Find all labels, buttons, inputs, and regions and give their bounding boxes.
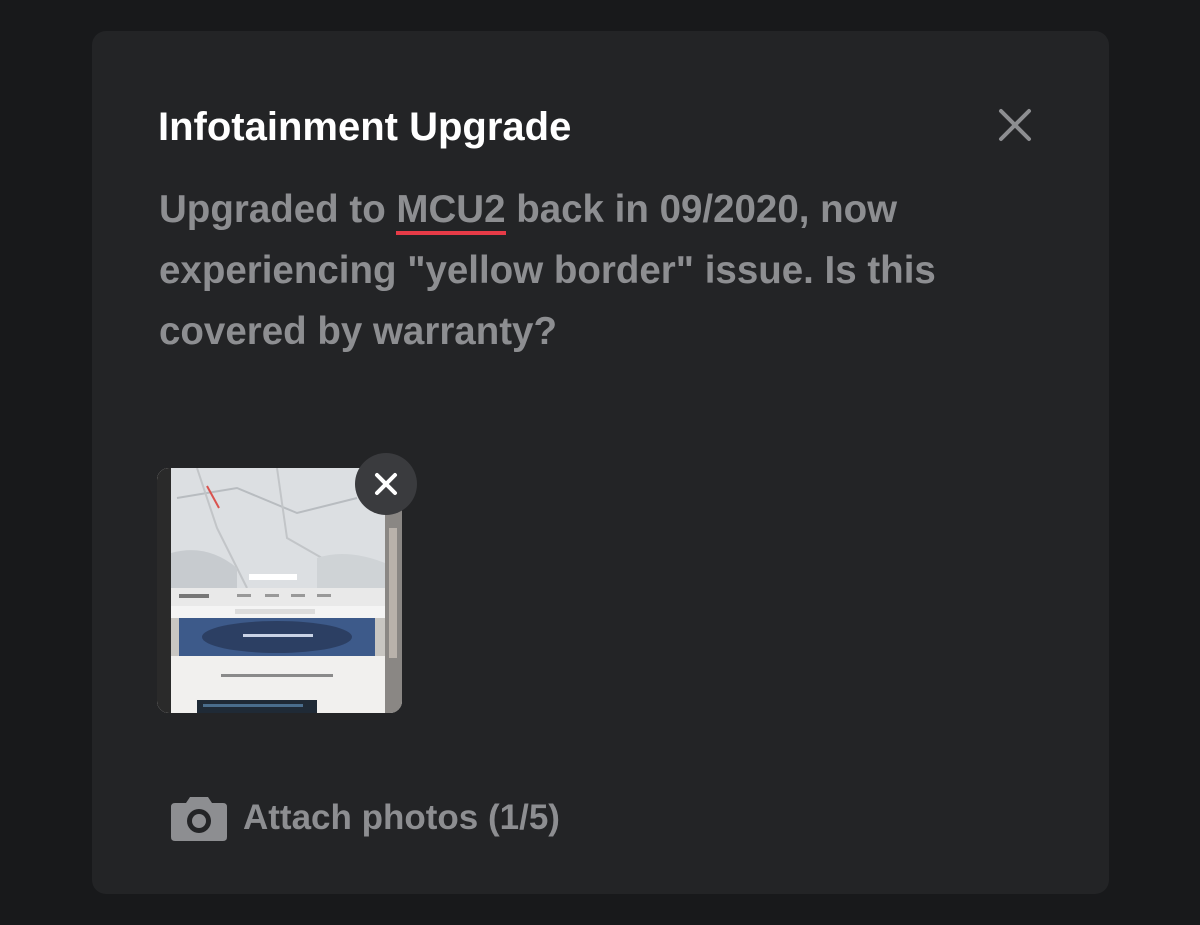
close-icon [999,109,1031,141]
misspelled-word[interactable]: MCU2 [396,188,506,235]
description-text-start: Upgraded to [159,188,397,231]
remove-photo-button[interactable] [355,453,417,515]
close-icon [375,473,397,495]
dialog-title: Infotainment Upgrade [158,105,572,149]
close-button[interactable] [987,101,1043,149]
attach-photos-label: Attach photos (1/5) [243,798,560,837]
camera-icon [171,797,227,841]
attached-photo[interactable] [157,453,417,713]
attach-photos-button[interactable]: Attach photos (1/5) [169,793,560,843]
issue-dialog: Infotainment Upgrade Upgraded to MCU2 ba… [92,31,1109,894]
issue-description[interactable]: Upgraded to MCU2 back in 09/2020, now ex… [159,179,1019,362]
